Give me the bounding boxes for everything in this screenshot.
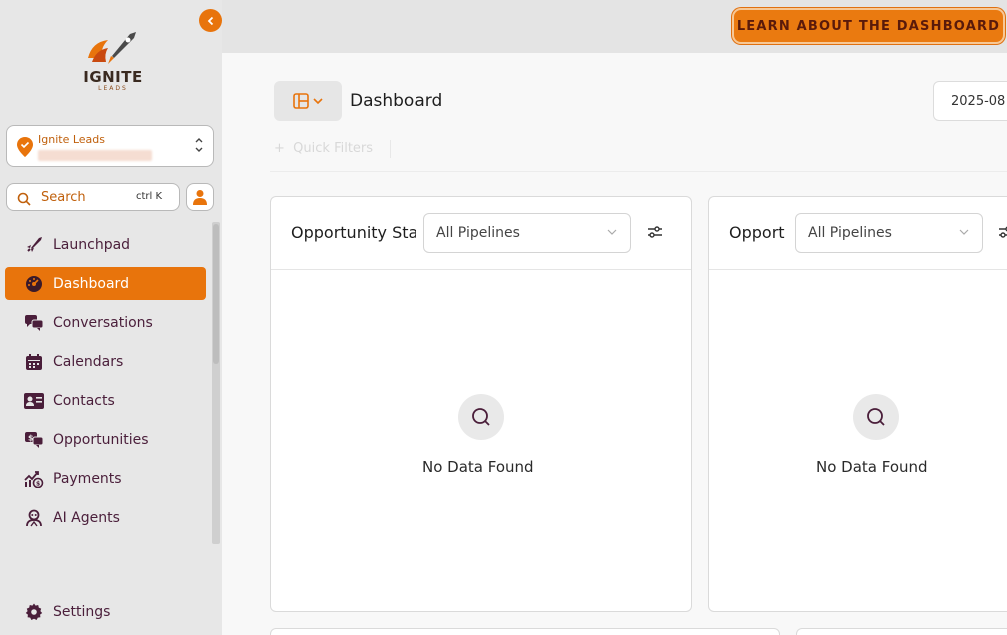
card-header: Opport All Pipelines [709, 197, 1007, 270]
sidebar-item-settings[interactable]: Settings [5, 596, 206, 628]
svg-text:$: $ [36, 480, 40, 487]
opportunity-card: Opport All Pipelines No Data Found [708, 196, 1007, 612]
page-title: Dashboard [350, 91, 443, 111]
account-switcher[interactable]: Ignite Leads [6, 125, 214, 167]
money-chat-icon: $ [24, 430, 44, 450]
card-title: Opportunity Sta [291, 223, 416, 242]
robot-agent-icon [24, 508, 44, 528]
card-header: Opportunity Sta All Pipelines [271, 197, 691, 270]
plus-icon: + [274, 141, 294, 156]
filter-settings-icon[interactable] [998, 224, 1007, 240]
pipeline-select-value: All Pipelines [436, 225, 520, 241]
chevron-down-icon [959, 229, 969, 235]
learn-button-label: LEARN ABOUT THE DASHBOARD [736, 18, 1001, 34]
quick-filters-label: Quick Filters [293, 141, 374, 156]
sidebar-item-label: Opportunities [53, 431, 149, 448]
quick-filters-button[interactable]: + Quick Filters [274, 141, 373, 156]
logo-subtext: LEADS [98, 85, 128, 92]
sidebar-item-label: Conversations [53, 314, 153, 331]
account-address-redacted [38, 150, 152, 161]
filter-settings-icon[interactable] [647, 224, 663, 240]
pipeline-select[interactable]: All Pipelines [795, 213, 983, 253]
sidebar-item-launchpad[interactable]: Launchpad [5, 228, 206, 261]
calendar-icon [24, 352, 44, 372]
opportunity-status-card: Opportunity Sta All Pipelines No Data Fo… [270, 196, 692, 612]
collapse-sidebar-button[interactable] [199, 9, 222, 32]
card-title: Opport [729, 223, 785, 242]
empty-state-search-icon [458, 394, 504, 440]
search-button[interactable]: Search ctrl K [6, 183, 180, 211]
sidebar-item-label: Payments [53, 470, 122, 487]
sidebar-item-dashboard[interactable]: Dashboard [5, 267, 206, 300]
divider [270, 171, 1007, 172]
sidebar-item-contacts[interactable]: Contacts [5, 384, 206, 417]
learn-about-dashboard-button[interactable]: LEARN ABOUT THE DASHBOARD [732, 8, 1005, 44]
gauge-icon [24, 274, 44, 294]
search-icon [17, 191, 31, 210]
empty-state-text: No Data Found [816, 458, 928, 476]
dashboard-view-switcher[interactable] [274, 81, 342, 121]
divider [390, 140, 391, 158]
pipeline-select-value: All Pipelines [808, 225, 892, 241]
chevron-left-icon [207, 16, 213, 25]
sidebar-item-label: Calendars [53, 353, 124, 370]
chevron-down-icon [607, 229, 617, 235]
sidebar-item-label: Dashboard [53, 275, 129, 292]
sidebar-item-conversations[interactable]: Conversations [5, 306, 206, 339]
contact-card-icon [24, 391, 44, 411]
logo-wordmark: IGNITE [83, 68, 143, 86]
dashboard-card-partial [796, 628, 1007, 635]
pipeline-select[interactable]: All Pipelines [423, 213, 631, 253]
chat-icon [24, 313, 44, 333]
sidebar-item-label: Contacts [53, 392, 115, 409]
sidebar-scrollbar[interactable] [212, 222, 220, 544]
sidebar-item-payments[interactable]: $ Payments [5, 462, 206, 495]
top-bar: LEARN ABOUT THE DASHBOARD [222, 0, 1007, 53]
date-range-picker[interactable]: 2025-08 [933, 81, 1007, 121]
payments-chart-icon: $ [24, 469, 44, 489]
layout-icon [293, 93, 309, 109]
sidebar-item-calendars[interactable]: Calendars [5, 345, 206, 378]
empty-state-text: No Data Found [422, 458, 534, 476]
sidebar-item-ai-agents[interactable]: AI Agents [5, 501, 206, 534]
chevron-down-icon [313, 98, 323, 105]
location-pin-icon [17, 137, 33, 161]
dashboard-card-partial [270, 628, 780, 635]
search-shortcut: ctrl K [135, 191, 162, 202]
date-value: 2025-08 [951, 94, 1006, 109]
empty-state-search-icon [853, 394, 899, 440]
user-profile-button[interactable] [186, 183, 214, 211]
gear-icon [24, 602, 44, 622]
sidebar-item-label: Launchpad [53, 236, 131, 253]
rocket-icon [24, 235, 44, 255]
search-label: Search [41, 190, 86, 205]
sidebar-item-label: AI Agents [53, 509, 120, 526]
user-icon [193, 190, 207, 205]
rocket-logo-icon [88, 32, 136, 64]
sidebar-nav: Launchpad Dashboard Conversations Calend… [5, 228, 206, 540]
main-content: Dashboard 2025-08 + Quick Filters Opport… [222, 53, 1007, 635]
sidebar-item-opportunities[interactable]: $ Opportunities [5, 423, 206, 456]
brand-logo: IGNITE LEADS [78, 28, 148, 92]
account-name: Ignite Leads [38, 133, 105, 146]
sidebar: IGNITE LEADS Ignite Leads Search ctrl K … [0, 0, 222, 635]
chevron-updown-icon [194, 136, 204, 157]
settings-label: Settings [53, 604, 111, 620]
